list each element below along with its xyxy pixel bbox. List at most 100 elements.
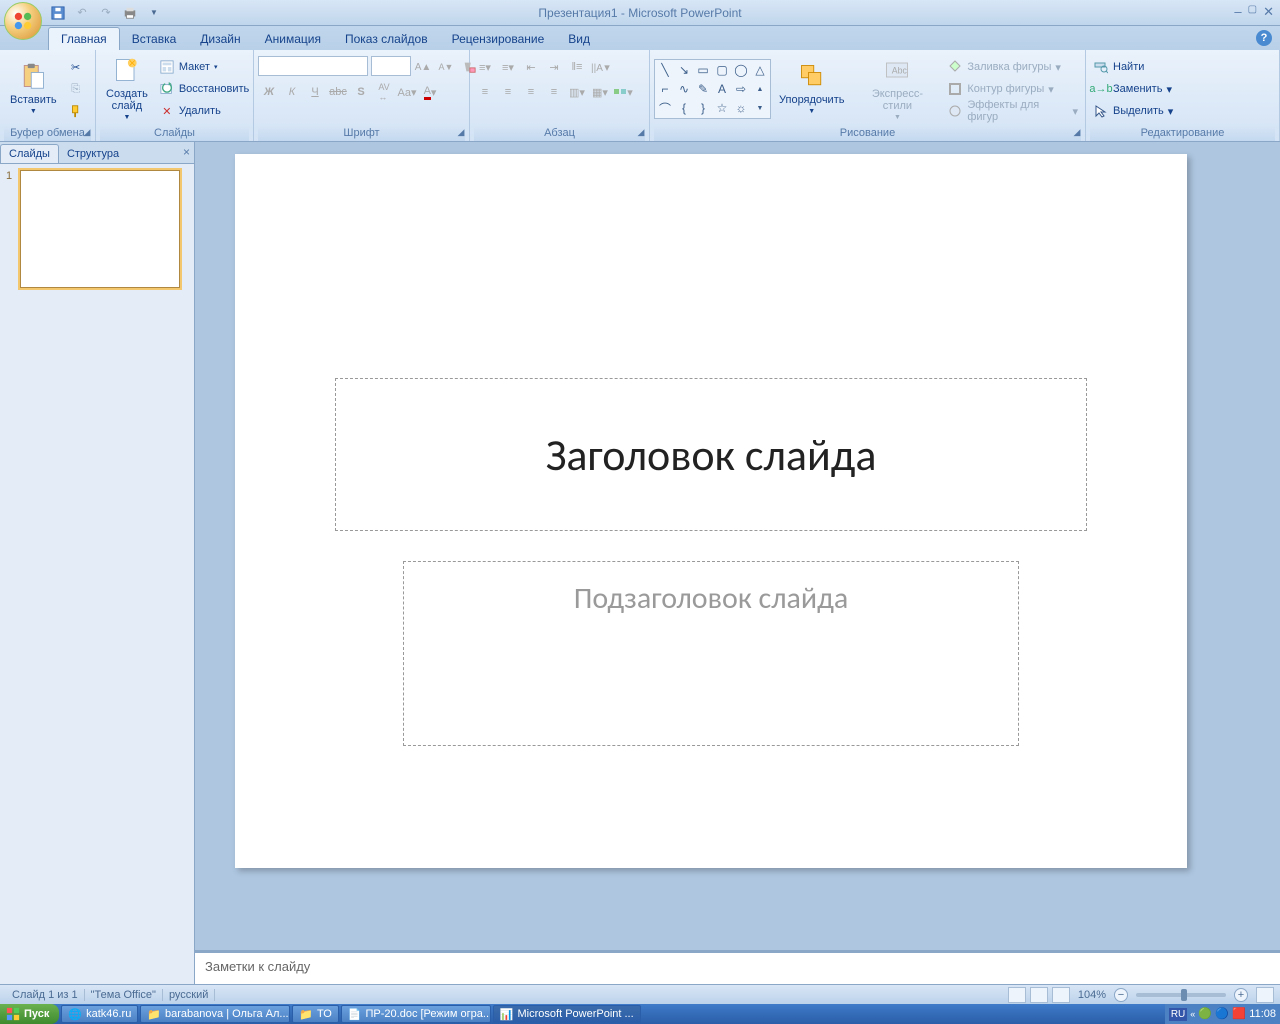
start-button[interactable]: Пуск xyxy=(0,1004,59,1024)
taskbar-item[interactable]: 📁barabanova | Ольга Ал... xyxy=(140,1005,290,1023)
shape-arrow-icon[interactable]: ↘ xyxy=(675,61,693,79)
font-family-combo[interactable] xyxy=(258,56,368,76)
numbering-icon[interactable]: ≡▾ xyxy=(497,56,519,78)
shape-lbrace-icon[interactable]: { xyxy=(675,99,693,117)
shape-dn-icon[interactable]: ▼ xyxy=(751,99,769,117)
shape-fill-button[interactable]: Заливка фигуры ▾ xyxy=(944,57,1081,78)
align-center-icon[interactable]: ≡ xyxy=(497,81,519,103)
align-right-icon[interactable]: ≡ xyxy=(520,81,542,103)
panel-close-icon[interactable]: × xyxy=(183,145,190,159)
redo-icon[interactable]: ↷ xyxy=(96,3,116,23)
clock[interactable]: 11:08 xyxy=(1249,1008,1276,1020)
bold-icon[interactable]: Ж xyxy=(258,81,280,103)
select-button[interactable]: Выделить ▾ xyxy=(1090,101,1176,122)
dialog-launcher-icon[interactable]: ◢ xyxy=(455,127,467,139)
shape-up-icon[interactable]: ▲ xyxy=(751,80,769,98)
minimize-icon[interactable]: – xyxy=(1234,4,1241,20)
close-icon[interactable]: ✕ xyxy=(1263,4,1274,20)
tray-icon[interactable]: 🔵 xyxy=(1215,1007,1229,1021)
convert-smartart-icon[interactable]: ▾ xyxy=(612,81,634,103)
help-icon[interactable]: ? xyxy=(1256,30,1272,46)
normal-view-icon[interactable] xyxy=(1008,987,1026,1003)
align-justify-icon[interactable]: ≡ xyxy=(543,81,565,103)
decrease-indent-icon[interactable]: ⇤ xyxy=(520,56,542,78)
grow-font-icon[interactable]: A▲ xyxy=(412,56,434,78)
tab-view[interactable]: Вид xyxy=(556,28,602,50)
dialog-launcher-icon[interactable]: ◢ xyxy=(81,127,93,139)
shape-rect-icon[interactable]: ▭ xyxy=(694,61,712,79)
shape-oval-icon[interactable]: ◯ xyxy=(732,61,750,79)
shape-free-icon[interactable]: ✎ xyxy=(694,80,712,98)
paste-button[interactable]: Вставить▼ xyxy=(4,58,63,120)
strikethrough-icon[interactable]: abc xyxy=(327,81,349,103)
shape-text-icon[interactable]: A xyxy=(713,80,731,98)
tab-slideshow[interactable]: Показ слайдов xyxy=(333,28,440,50)
slide-thumbnail[interactable]: 1 xyxy=(6,170,188,288)
shape-star-icon[interactable]: ☆ xyxy=(713,99,731,117)
shape-effects-button[interactable]: Эффекты для фигур ▾ xyxy=(944,101,1081,122)
taskbar-item[interactable]: 📄ПР-20.doc [Режим огра... xyxy=(341,1005,491,1023)
format-painter-button[interactable] xyxy=(65,101,87,122)
shape-outline-button[interactable]: Контур фигуры ▾ xyxy=(944,79,1081,100)
tab-review[interactable]: Рецензирование xyxy=(440,28,557,50)
zoom-slider[interactable] xyxy=(1136,993,1226,997)
title-placeholder[interactable]: Заголовок слайда xyxy=(335,378,1087,531)
arrange-button[interactable]: Упорядочить▼ xyxy=(773,58,850,120)
shrink-font-icon[interactable]: A▼ xyxy=(435,56,457,78)
zoom-level[interactable]: 104% xyxy=(1078,989,1106,1001)
tab-insert[interactable]: Вставка xyxy=(120,28,189,50)
align-left-icon[interactable]: ≡ xyxy=(474,81,496,103)
dialog-launcher-icon[interactable]: ◢ xyxy=(1071,127,1083,139)
dialog-launcher-icon[interactable]: ◢ xyxy=(635,127,647,139)
tab-design[interactable]: Дизайн xyxy=(188,28,252,50)
shadow-icon[interactable]: S xyxy=(350,81,372,103)
increase-indent-icon[interactable]: ⇥ xyxy=(543,56,565,78)
shape-roundrect-icon[interactable]: ▢ xyxy=(713,61,731,79)
shape-curve-icon[interactable]: ∿ xyxy=(675,80,693,98)
char-spacing-icon[interactable]: AV↔ xyxy=(373,81,395,103)
reset-slide-button[interactable]: Восстановить xyxy=(156,79,252,100)
copy-button[interactable]: ⎘ xyxy=(65,79,87,100)
italic-icon[interactable]: К xyxy=(281,81,303,103)
status-theme[interactable]: "Тема Office" xyxy=(85,989,163,1001)
change-case-icon[interactable]: Aa▾ xyxy=(396,81,418,103)
slideshow-view-icon[interactable] xyxy=(1052,987,1070,1003)
print-icon[interactable] xyxy=(120,3,140,23)
subtitle-placeholder[interactable]: Подзаголовок слайда xyxy=(403,561,1019,746)
shape-line-icon[interactable]: ╲ xyxy=(656,61,674,79)
undo-icon[interactable]: ↶ xyxy=(72,3,92,23)
underline-icon[interactable]: Ч xyxy=(304,81,326,103)
font-size-combo[interactable] xyxy=(371,56,411,76)
shape-tri-icon[interactable]: △ xyxy=(751,61,769,79)
tab-outline[interactable]: Структура xyxy=(59,145,127,163)
tab-home[interactable]: Главная xyxy=(48,27,120,50)
tray-expand-icon[interactable]: « xyxy=(1190,1009,1195,1019)
shape-rbrace-icon[interactable]: } xyxy=(694,99,712,117)
shape-sun-icon[interactable]: ☼ xyxy=(732,99,750,117)
text-direction-icon[interactable]: ||A▾ xyxy=(589,56,611,78)
office-button[interactable] xyxy=(4,2,42,40)
shape-arc-icon[interactable]: ⌒ xyxy=(656,99,674,117)
shape-elbow-icon[interactable]: ⌐ xyxy=(656,80,674,98)
line-spacing-icon[interactable]: ‖≡ xyxy=(566,56,588,78)
maximize-icon[interactable]: ▢ xyxy=(1248,4,1257,20)
quick-styles-button[interactable]: Abc Экспресс-стили▼ xyxy=(852,52,942,126)
notes-pane[interactable]: Заметки к слайду xyxy=(195,950,1280,984)
taskbar-item[interactable]: 📊Microsoft PowerPoint ... xyxy=(493,1005,641,1023)
delete-slide-button[interactable]: ✕Удалить xyxy=(156,101,252,122)
align-text-icon[interactable]: ▦▾ xyxy=(589,81,611,103)
slide-layout-button[interactable]: Макет ▾ xyxy=(156,57,252,78)
taskbar-item[interactable]: 📁ТО xyxy=(292,1005,338,1023)
zoom-out-icon[interactable]: − xyxy=(1114,988,1128,1002)
fit-window-icon[interactable] xyxy=(1256,987,1274,1003)
cut-button[interactable]: ✂ xyxy=(65,57,87,78)
find-button[interactable]: Найти xyxy=(1090,57,1176,78)
thumb-preview[interactable] xyxy=(20,170,180,288)
language-indicator[interactable]: RU xyxy=(1169,1008,1187,1021)
font-color-icon[interactable]: A▾ xyxy=(419,81,441,103)
qat-dropdown-icon[interactable]: ▼ xyxy=(144,3,164,23)
slide[interactable]: Заголовок слайда Подзаголовок слайда xyxy=(235,154,1187,868)
tab-slides-thumbs[interactable]: Слайды xyxy=(0,144,59,163)
tray-icon[interactable]: 🟢 xyxy=(1198,1007,1212,1021)
tray-icon[interactable]: 🟥 xyxy=(1232,1007,1246,1021)
